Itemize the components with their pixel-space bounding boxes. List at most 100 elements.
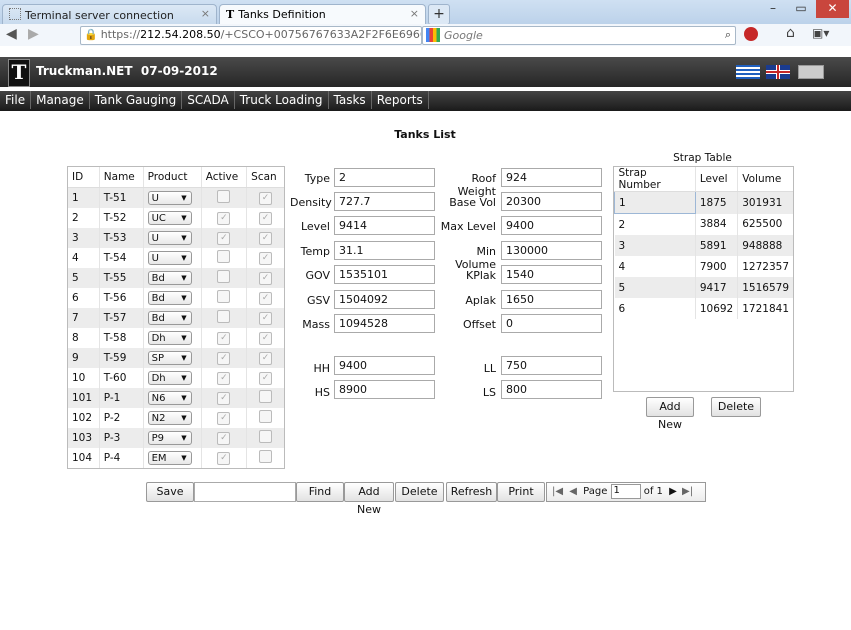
hs-field[interactable]: 8900	[334, 380, 435, 399]
maximize-button[interactable]: ▭	[788, 0, 814, 18]
refresh-button[interactable]: Refresh	[446, 482, 497, 502]
active-checkbox[interactable]: ✓	[217, 432, 231, 445]
table-row[interactable]: 102 P-2 N2 ▼ ✓	[68, 408, 284, 428]
settings-icon[interactable]	[798, 65, 824, 79]
table-row[interactable]: 5 T-55 Bd ▼ ✓	[68, 268, 284, 288]
strap-row[interactable]: 3 5891 948888	[614, 235, 793, 256]
back-arrow-icon[interactable]: ◀	[6, 26, 17, 42]
product-select[interactable]: Dh ▼	[147, 331, 192, 345]
active-checkbox[interactable]: ✓	[217, 352, 231, 365]
product-select[interactable]: N6 ▼	[147, 391, 192, 405]
col-name[interactable]: Name	[99, 167, 144, 188]
active-checkbox[interactable]: ✓	[217, 452, 231, 465]
col-id[interactable]: ID	[68, 167, 100, 188]
product-select[interactable]: Bd ▼	[147, 311, 192, 325]
addon-icon[interactable]	[744, 27, 758, 41]
menu-manage[interactable]: Manage	[31, 91, 90, 109]
density-field[interactable]: 727.7	[334, 192, 435, 211]
save-button[interactable]: Save	[146, 482, 194, 502]
strap-row[interactable]: 5 9417 1516579	[614, 277, 793, 298]
table-row[interactable]: 10 T-60 Dh ▼ ✓ ✓	[68, 368, 284, 388]
product-select[interactable]: Dh ▼	[147, 371, 192, 385]
product-select[interactable]: P9 ▼	[147, 431, 192, 445]
scan-checkbox[interactable]: ✓	[259, 332, 273, 345]
table-row[interactable]: 103 P-3 P9 ▼ ✓	[68, 428, 284, 448]
strap-add-new-button[interactable]: Add New	[646, 397, 694, 431]
kplak-field[interactable]: 1540	[501, 265, 602, 284]
active-checkbox[interactable]	[217, 190, 231, 203]
menu-tasks[interactable]: Tasks	[329, 91, 372, 109]
strap-row[interactable]: 2 3884 625500	[614, 213, 794, 235]
gov-field[interactable]: 1535101	[334, 265, 435, 284]
active-checkbox[interactable]: ✓	[217, 332, 231, 345]
last-page-icon[interactable]: ▶|	[682, 486, 693, 497]
roof-weight-field[interactable]: 924	[501, 168, 602, 187]
url-bar[interactable]: 🔒 https://212.54.208.50/+CSCO+00756767633…	[80, 26, 422, 45]
active-checkbox[interactable]: ✓	[217, 212, 231, 225]
tab-tanks-definition[interactable]: T Tanks Definition ×	[219, 4, 426, 24]
product-select[interactable]: EM ▼	[147, 451, 192, 465]
offset-field[interactable]: 0	[501, 314, 602, 333]
scan-checkbox[interactable]: ✓	[259, 232, 273, 245]
active-checkbox[interactable]: ✓	[217, 412, 231, 425]
table-row[interactable]: 3 T-53 U ▼ ✓ ✓	[68, 228, 284, 248]
col-product[interactable]: Product	[143, 167, 202, 188]
col-volume[interactable]: Volume	[737, 167, 793, 192]
active-checkbox[interactable]	[217, 250, 231, 263]
active-checkbox[interactable]	[217, 290, 231, 303]
active-checkbox[interactable]: ✓	[217, 372, 231, 385]
mass-field[interactable]: 1094528	[334, 314, 435, 333]
table-row[interactable]: 101 P-1 N6 ▼ ✓	[68, 388, 284, 408]
add-new-button[interactable]: Add New	[344, 482, 394, 516]
min-volume-field[interactable]: 130000	[501, 241, 602, 260]
find-button[interactable]: Find	[296, 482, 344, 502]
uk-flag-icon[interactable]	[766, 65, 790, 79]
hh-field[interactable]: 9400	[334, 356, 435, 375]
search-bar[interactable]: Google ⌕	[422, 26, 736, 45]
table-row[interactable]: 8 T-58 Dh ▼ ✓ ✓	[68, 328, 284, 348]
find-input[interactable]	[194, 482, 296, 502]
col-active[interactable]: Active	[201, 167, 248, 188]
prev-page-icon[interactable]: ◀	[569, 486, 577, 497]
level-field[interactable]: 9414	[334, 216, 435, 235]
base-vol-field[interactable]: 20300	[501, 192, 602, 211]
strap-row[interactable]: 6 10692 1721841	[614, 298, 794, 319]
page-input[interactable]: 1	[610, 483, 641, 499]
product-select[interactable]: U ▼	[147, 191, 192, 205]
window-close-button[interactable]: ✕	[816, 0, 849, 18]
table-row[interactable]: 2 T-52 UC ▼ ✓ ✓	[68, 208, 284, 228]
forward-arrow-icon[interactable]: ▶	[28, 26, 39, 42]
table-row[interactable]: 104 P-4 EM ▼ ✓	[68, 448, 284, 468]
delete-button[interactable]: Delete	[395, 482, 444, 502]
scan-checkbox[interactable]: ✓	[259, 252, 273, 265]
scan-checkbox[interactable]: ✓	[259, 292, 273, 305]
tab-terminal-server[interactable]: Terminal server connection ×	[2, 4, 217, 24]
product-select[interactable]: U ▼	[147, 251, 192, 265]
menu-truck-loading[interactable]: Truck Loading	[235, 91, 329, 109]
product-select[interactable]: Bd ▼	[147, 291, 192, 305]
minimize-button[interactable]: –	[760, 0, 786, 18]
new-tab-button[interactable]: +	[428, 4, 450, 25]
type-field[interactable]: 2	[334, 168, 435, 187]
table-row[interactable]: 1 T-51 U ▼ ✓	[68, 187, 284, 208]
next-page-icon[interactable]: ▶	[669, 486, 677, 497]
first-page-icon[interactable]: |◀	[552, 486, 563, 497]
scan-checkbox[interactable]: ✓	[259, 192, 273, 205]
col-level[interactable]: Level	[695, 167, 739, 192]
max-level-field[interactable]: 9400	[501, 216, 602, 235]
active-checkbox[interactable]	[217, 270, 231, 283]
ll-field[interactable]: 750	[501, 356, 602, 375]
scan-checkbox[interactable]: ✓	[259, 312, 273, 325]
strap-delete-button[interactable]: Delete	[711, 397, 761, 417]
ls-field[interactable]: 800	[501, 380, 602, 399]
col-scan[interactable]: Scan	[246, 167, 284, 188]
close-icon[interactable]: ×	[410, 7, 419, 20]
menu-scada[interactable]: SCADA	[182, 91, 235, 109]
menu-tank-gauging[interactable]: Tank Gauging	[90, 91, 183, 109]
active-checkbox[interactable]: ✓	[217, 392, 231, 405]
strap-row[interactable]: 1 1875 301931	[614, 191, 793, 214]
scan-checkbox[interactable]: ✓	[259, 352, 273, 365]
menu-reports[interactable]: Reports	[372, 91, 429, 109]
aplak-field[interactable]: 1650	[501, 290, 602, 309]
scan-checkbox[interactable]: ✓	[259, 372, 273, 385]
